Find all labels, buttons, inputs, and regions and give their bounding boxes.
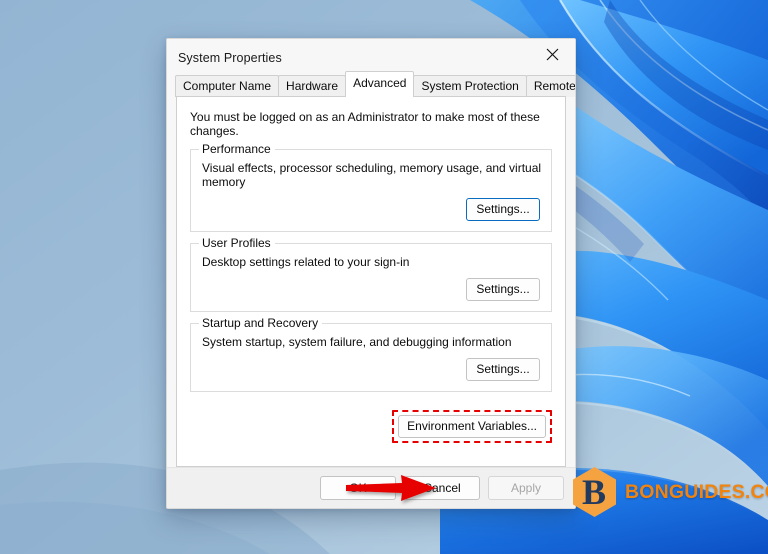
tab-remote[interactable]: Remote — [525, 75, 575, 97]
performance-group-legend: Performance — [199, 142, 275, 156]
tab-hardware[interactable]: Hardware — [278, 75, 347, 97]
startup-recovery-settings-button[interactable]: Settings... — [466, 358, 540, 381]
apply-button[interactable]: Apply — [488, 476, 564, 500]
tab-advanced[interactable]: Advanced — [345, 71, 415, 97]
startup-recovery-button-row: Settings... — [191, 349, 551, 391]
tab-computer-name[interactable]: Computer Name — [175, 75, 280, 97]
tab-system-protection[interactable]: System Protection — [413, 75, 527, 97]
user-profiles-group: User Profiles Desktop settings related t… — [190, 236, 552, 312]
startup-recovery-group-legend: Startup and Recovery — [199, 316, 323, 330]
environment-variables-button[interactable]: Environment Variables... — [398, 415, 546, 438]
close-icon-glyph — [546, 48, 559, 61]
startup-recovery-group: Startup and Recovery System startup, sys… — [190, 316, 552, 392]
performance-group: Performance Visual effects, processor sc… — [190, 142, 552, 232]
environment-variables-highlight: Environment Variables... — [392, 410, 552, 443]
user-profiles-button-row: Settings... — [191, 269, 551, 311]
performance-button-row: Settings... — [191, 189, 551, 231]
user-profiles-settings-button[interactable]: Settings... — [466, 278, 540, 301]
dialog-title: System Properties — [178, 50, 282, 65]
ok-button[interactable]: OK — [320, 476, 396, 500]
administrator-notice: You must be logged on as an Administrato… — [190, 110, 540, 138]
cancel-button[interactable]: Cancel — [404, 476, 480, 500]
performance-settings-button[interactable]: Settings... — [466, 198, 540, 221]
close-icon[interactable] — [530, 39, 575, 70]
advanced-tab-panel: You must be logged on as an Administrato… — [176, 96, 566, 501]
dialog-footer: OK Cancel Apply — [167, 467, 575, 508]
user-profiles-group-legend: User Profiles — [199, 236, 275, 250]
system-properties-dialog: System Properties Computer Name Hardware… — [166, 38, 576, 509]
environment-variables-row: Environment Variables... — [177, 392, 565, 443]
tab-strip: Computer Name Hardware Advanced System P… — [167, 71, 575, 97]
